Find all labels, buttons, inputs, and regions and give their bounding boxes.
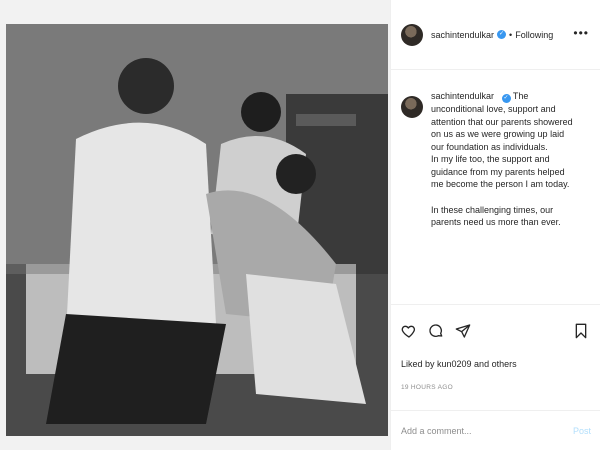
caption-gap xyxy=(431,191,591,204)
caption-line: guidance from my parents helped xyxy=(431,166,565,177)
caption-line: me become the person I am today. xyxy=(431,179,570,189)
caption-line: sachintendulkar ✓ The xyxy=(431,90,591,103)
comment-bar: Post xyxy=(391,410,600,450)
photo-pane xyxy=(0,0,390,450)
more-options-icon[interactable]: ••• xyxy=(573,27,589,39)
post-sidebar: sachintendulkar ✓ • Following ••• sachin… xyxy=(390,0,600,450)
following-button[interactable]: Following xyxy=(515,30,553,40)
dot-separator: • xyxy=(509,29,513,40)
comment-input[interactable] xyxy=(401,425,551,436)
caption-line: parents need us more than ever. xyxy=(431,217,561,227)
caption-line: on us as we were growing up laid xyxy=(431,129,565,139)
header-text: sachintendulkar ✓ • Following xyxy=(431,30,553,40)
username-link[interactable]: sachintendulkar xyxy=(431,30,494,40)
caption-area: sachintendulkar ✓ The unconditional love… xyxy=(391,90,600,304)
caption-line: In my life too, the support and xyxy=(431,154,550,164)
verified-badge-icon: ✓ xyxy=(497,30,507,39)
caption-avatar[interactable] xyxy=(401,96,423,118)
post-photo[interactable] xyxy=(6,24,388,436)
comment-icon[interactable] xyxy=(428,323,444,339)
share-icon[interactable] xyxy=(455,323,471,339)
caption-text: sachintendulkar ✓ The unconditional love… xyxy=(431,90,591,304)
post-timestamp[interactable]: 19 HOURS AGO xyxy=(401,384,453,391)
family-photo-image xyxy=(6,24,388,436)
post-button[interactable]: Post xyxy=(573,426,591,436)
bookmark-icon[interactable] xyxy=(573,323,589,339)
avatar[interactable] xyxy=(401,23,423,46)
post-header: sachintendulkar ✓ • Following ••• xyxy=(391,0,600,70)
heart-icon[interactable] xyxy=(401,323,417,339)
likes-text[interactable]: Liked by kun0209 and others xyxy=(401,359,517,369)
caption-line: In these challenging times, our xyxy=(431,204,554,215)
caption-line: our foundation as individuals. xyxy=(431,141,548,152)
caption-line: attention that our parents showered xyxy=(431,116,573,127)
verified-badge-icon: ✓ xyxy=(501,94,511,103)
action-icons xyxy=(401,323,471,339)
caption-line: unconditional love, support and xyxy=(431,104,556,114)
caption-line-text: The xyxy=(512,91,529,101)
actions-area: Liked by kun0209 and others 19 HOURS AGO xyxy=(391,304,600,400)
caption-username-link[interactable]: sachintendulkar xyxy=(431,91,494,101)
